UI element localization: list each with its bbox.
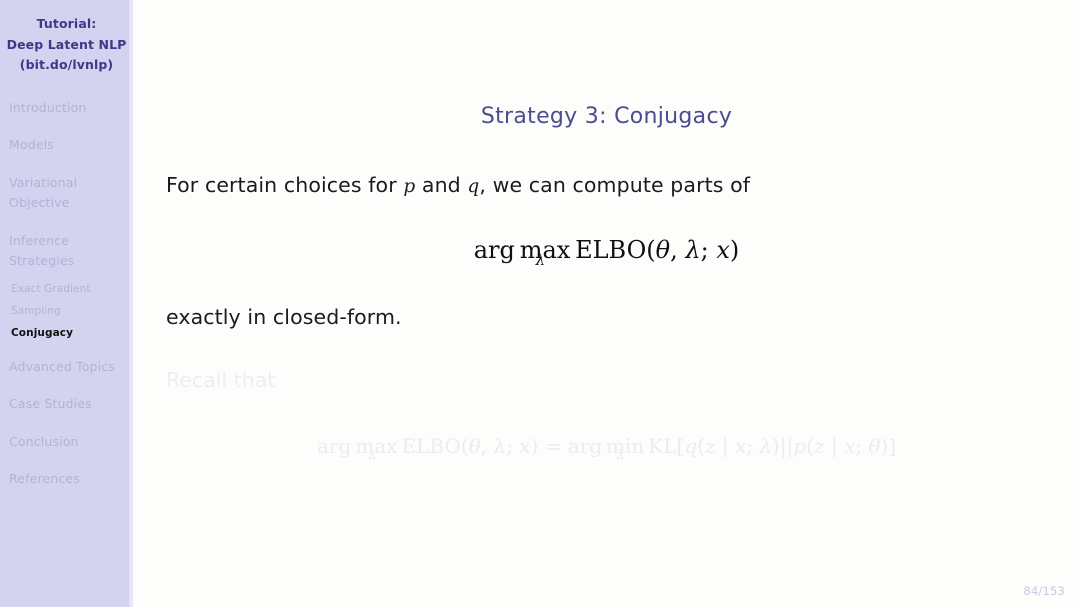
math-var-p: p <box>403 176 416 197</box>
x-symbol: x <box>519 434 531 458</box>
sidebar-item-introduction[interactable]: Introduction <box>0 98 133 119</box>
math-var-q: q <box>467 176 480 197</box>
elbo-label: ELBO( <box>401 434 469 458</box>
close-paren: ) <box>729 236 740 264</box>
z-symbol-p: z <box>813 434 825 458</box>
sidebar-item-conjugacy[interactable]: Conjugacy <box>0 325 133 341</box>
theta-symbol-p: θ <box>868 434 881 458</box>
elbo-label: ELBO( <box>575 236 656 264</box>
sidebar-item-label: Inference <box>9 232 70 248</box>
sidebar-item-label: Advanced Topics <box>9 358 115 374</box>
sidebar-item-sampling[interactable]: Sampling <box>0 303 133 319</box>
comma-separator: , <box>670 236 686 264</box>
argmax-operator: arg max λ <box>473 236 571 269</box>
sidebar-item-variational-objective[interactable]: Variational Objective <box>0 173 133 214</box>
sidebar-item-case-studies[interactable]: Case Studies <box>0 394 133 415</box>
conditional-bar-q: | <box>715 434 735 458</box>
lambda-symbol: λ <box>685 236 701 264</box>
q-close-paren: ) <box>772 434 780 458</box>
sidebar-item-models[interactable]: Models <box>0 135 133 156</box>
sidebar-item-label: Case Studies <box>9 396 92 411</box>
argmax-operator-recall: arg max λ <box>316 434 397 462</box>
sidebar-item-label: Models <box>9 137 54 152</box>
sidebar-item-label: References <box>9 471 80 486</box>
presentation-slide: Tutorial: Deep Latent NLP (bit.do/lvnlp)… <box>0 0 1080 607</box>
q-open-paren: ( <box>697 434 705 458</box>
sidebar-title-line-3: (bit.do/lvnlp) <box>19 57 114 72</box>
p-open-paren: ( <box>806 434 814 458</box>
argmax-subscript: λ <box>535 250 546 269</box>
argmax-subscript: λ <box>368 446 377 462</box>
kl-double-bar: || <box>779 434 794 458</box>
sidebar-title-line-2: Deep Latent NLP <box>6 36 127 52</box>
conditional-bar-p: | <box>824 434 844 458</box>
x-symbol-p: x <box>843 434 856 458</box>
sidebar-item-label-cont: Strategies <box>9 253 75 268</box>
x-symbol-q: x <box>734 434 747 458</box>
z-symbol-q: z <box>704 434 716 458</box>
equation-elbo-objective: arg max λ ELBO(θ, λ; x) <box>133 236 1080 269</box>
page-number: 84/153 <box>1023 584 1065 598</box>
sidebar-title-line-1: Tutorial: <box>36 16 97 31</box>
p-close-bracket: )] <box>880 434 896 458</box>
semicolon-q: ; <box>746 434 760 458</box>
equation-recall-kl: arg max λ ELBO(θ, λ; x) = arg min λ KL[q(z… <box>133 434 1080 462</box>
sidebar-item-advanced-topics[interactable]: Advanced Topics <box>0 357 133 378</box>
slide-content: Strategy 3: Conjugacy For certain choice… <box>133 0 1080 607</box>
arg-label: arg <box>316 434 352 458</box>
comma-separator: , <box>480 434 494 458</box>
sidebar-item-conclusion[interactable]: Conclusion <box>0 432 133 453</box>
theta-symbol: θ <box>468 434 481 458</box>
semicolon-separator: ; <box>506 434 520 458</box>
sidebar-item-label: Sampling <box>11 304 61 317</box>
sidebar-item-label: Conjugacy <box>11 326 74 339</box>
intro-part-1: For certain choices for <box>166 173 404 197</box>
recall-label: Recall that <box>166 368 276 392</box>
sidebar-item-exact-gradient[interactable]: Exact Gradient <box>0 281 133 297</box>
kl-label: KL[ <box>648 434 685 458</box>
sidebar-title: Tutorial: Deep Latent NLP (bit.do/lvnlp) <box>0 0 133 76</box>
q-symbol: q <box>684 434 698 458</box>
argmin-subscript: λ <box>616 446 625 462</box>
sidebar-item-references[interactable]: References <box>0 469 133 490</box>
sidebar-item-label-cont: Objective <box>9 195 70 210</box>
sidebar-item-label: Exact Gradient <box>11 282 91 295</box>
theta-symbol: θ <box>655 236 671 264</box>
sidebar-item-inference-strategies[interactable]: Inference Strategies <box>0 231 133 272</box>
sidebar-item-label: Variational <box>9 174 78 190</box>
arg-label: arg <box>473 236 515 264</box>
intro-part-2: and <box>415 173 468 197</box>
sidebar-navigation: Tutorial: Deep Latent NLP (bit.do/lvnlp)… <box>0 0 133 607</box>
semicolon-p: ; <box>855 434 869 458</box>
sidebar-item-label: Conclusion <box>9 433 79 449</box>
sidebar-item-label: Introduction <box>9 99 87 115</box>
intro-sentence: For certain choices for p and q, we can … <box>166 173 750 197</box>
lambda-symbol: λ <box>493 434 507 458</box>
page-title: Strategy 3: Conjugacy <box>480 104 733 129</box>
sidebar-subsection-list: Exact Gradient Sampling Conjugacy <box>0 281 133 341</box>
lambda-symbol-q: λ <box>759 434 773 458</box>
x-symbol: x <box>716 236 730 264</box>
p-symbol: p <box>793 434 807 458</box>
intro-part-3: , we can compute parts of <box>479 173 751 197</box>
sidebar-nav-list: Introduction Models Variational Objectiv… <box>0 98 133 490</box>
semicolon-separator: ; <box>700 236 717 264</box>
closed-form-sentence: exactly in closed-form. <box>166 305 402 329</box>
argmin-operator: arg min λ <box>568 434 645 462</box>
equals-sign: = <box>538 434 568 458</box>
